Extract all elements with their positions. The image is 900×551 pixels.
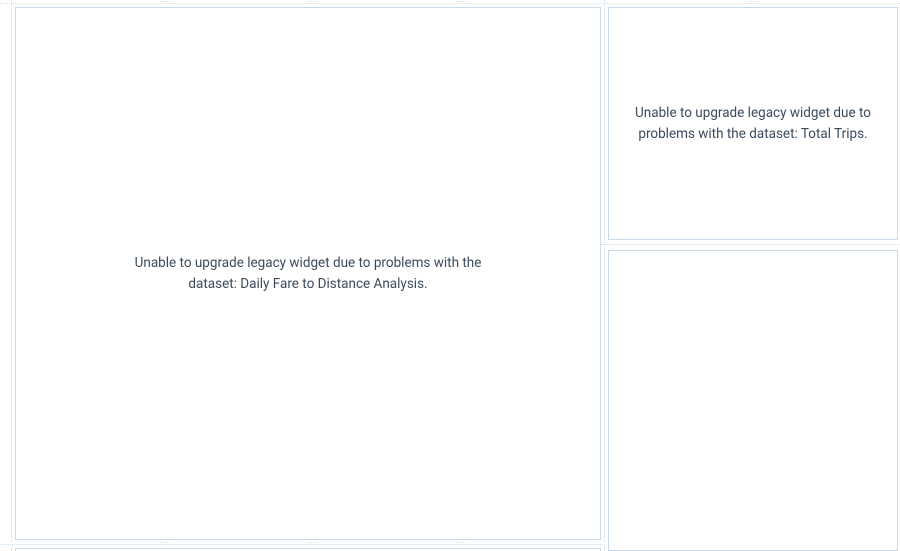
gridline-tick — [308, 542, 318, 543]
gridline — [604, 0, 605, 551]
widget-error-message: Unable to upgrade legacy widget due to p… — [128, 253, 488, 294]
gridline — [11, 0, 12, 551]
gridline-tick — [308, 1, 318, 2]
gridline — [0, 3, 900, 4]
gridline-tick — [456, 542, 466, 543]
gridline-tick — [456, 1, 466, 2]
gridline-tick — [160, 542, 170, 543]
widget-error-message: Unable to upgrade legacy widget due to p… — [629, 103, 877, 144]
gridline — [0, 544, 605, 545]
gridline — [602, 244, 900, 245]
widget-panel-daily-fare-distance[interactable]: Unable to upgrade legacy widget due to p… — [15, 7, 601, 540]
dashboard-container: Unable to upgrade legacy widget due to p… — [0, 0, 900, 551]
widget-panel-total-trips[interactable]: Unable to upgrade legacy widget due to p… — [608, 7, 898, 240]
gridline-tick — [750, 1, 760, 2]
widget-panel-empty[interactable] — [608, 250, 898, 551]
gridline-tick — [160, 1, 170, 2]
